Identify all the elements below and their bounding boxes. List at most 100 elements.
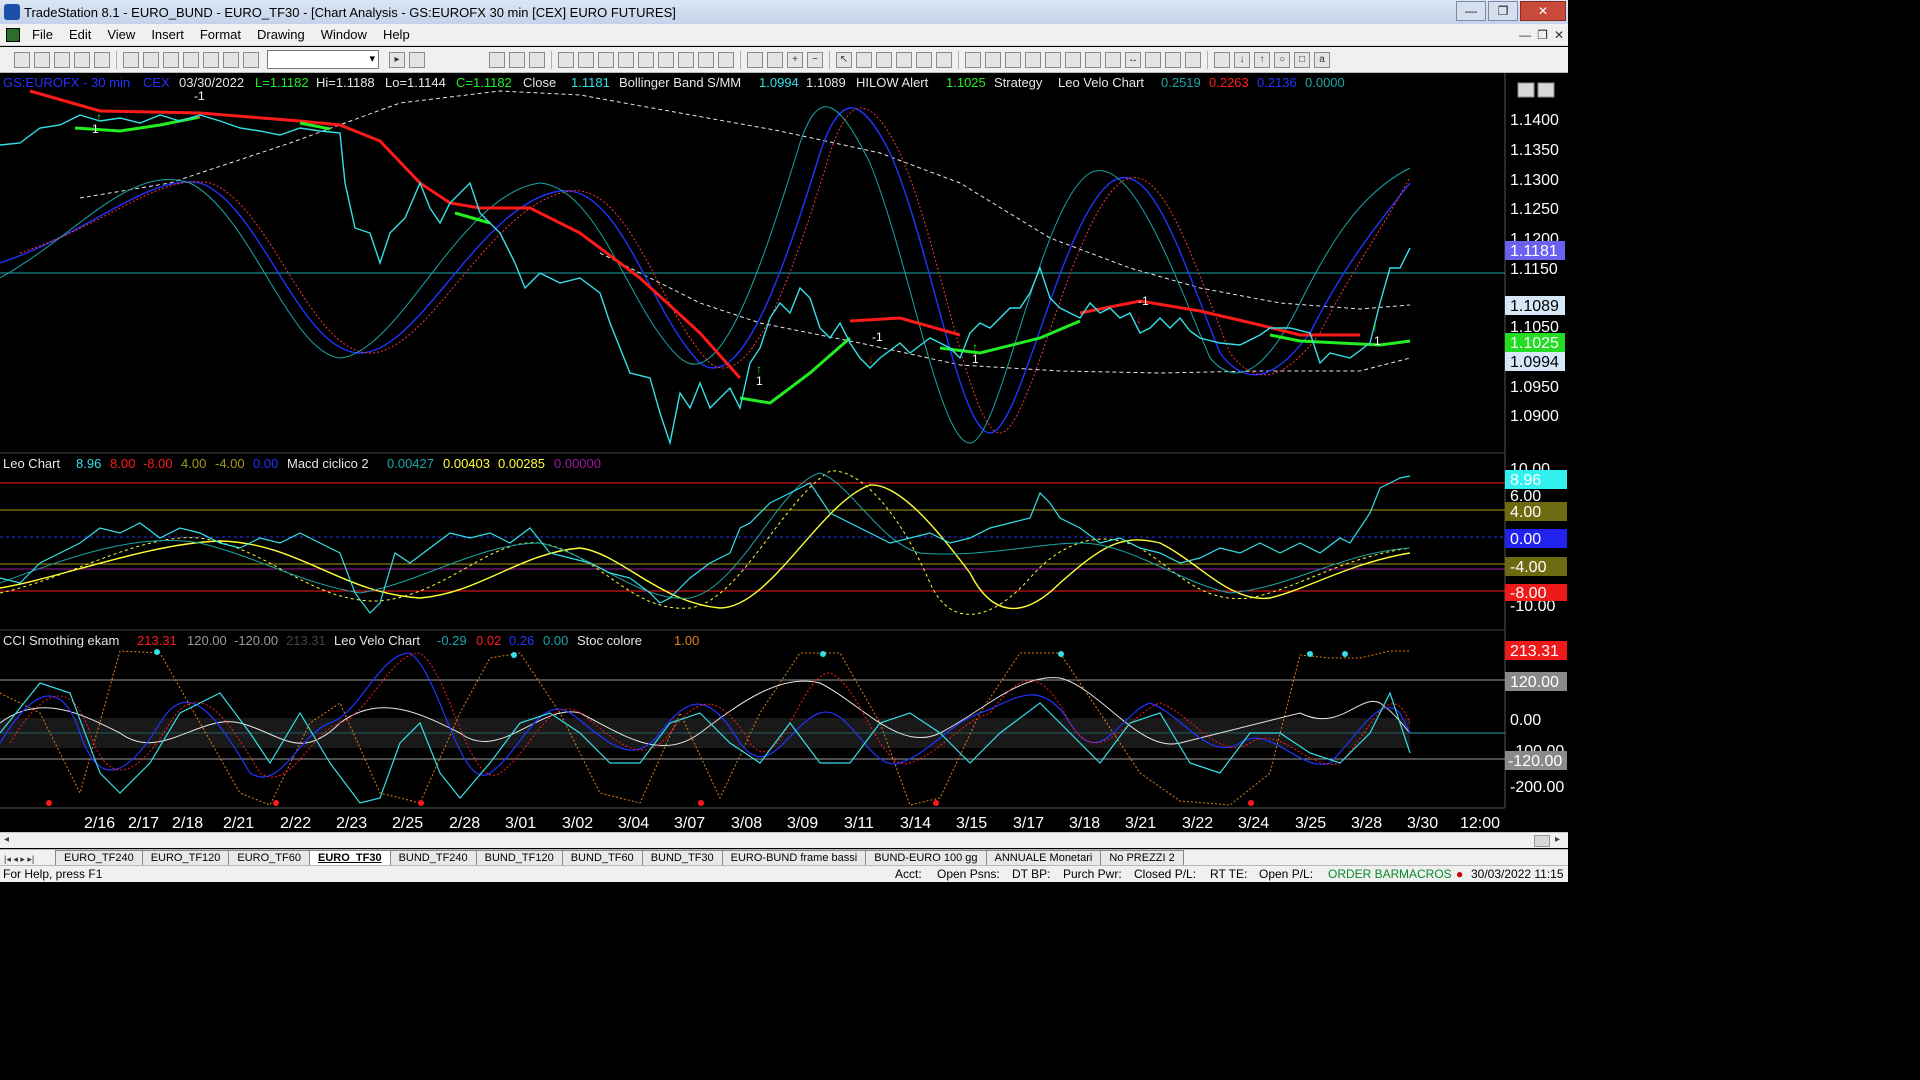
chart-analysis-window[interactable]: -1 1 -1 1 -1 1 1 ↑ ↓ ↑ ↓ ↑ ↓ ↑ GS:EUROFX… <box>0 73 1568 833</box>
globe-icon[interactable] <box>243 51 259 68</box>
svg-text:3/24: 3/24 <box>1238 815 1269 832</box>
buy-arrow-icon: ↑ <box>1372 320 1378 334</box>
scanner-icon[interactable] <box>578 51 594 68</box>
cci-value-2: 120.00 <box>187 633 227 648</box>
crosshair-icon[interactable] <box>856 51 872 68</box>
leo-velo-value-c: 0.2136 <box>1257 75 1297 90</box>
table-icon[interactable] <box>529 51 545 68</box>
folder-icon[interactable] <box>94 51 110 68</box>
macros-button[interactable]: MACROS <box>1399 867 1452 881</box>
symbol-dropdown[interactable] <box>267 50 379 69</box>
mdi-minimize-button[interactable]: — <box>1519 28 1531 42</box>
zoom-in-icon[interactable]: + <box>787 51 803 68</box>
copy-icon[interactable] <box>54 51 70 68</box>
play-icon[interactable]: ▸ <box>389 51 405 68</box>
open-icon[interactable] <box>34 51 50 68</box>
symbol-label: GS:EUROFX - 30 min <box>3 75 130 90</box>
tab-euro-bund-frame-bassi[interactable]: EURO-BUND frame bassi <box>721 850 867 865</box>
layout-icon[interactable] <box>163 51 179 68</box>
leo-velo-label: Leo Velo Chart <box>1058 75 1144 90</box>
save-icon[interactable] <box>123 51 139 68</box>
maximize-button[interactable]: ❐ <box>1488 1 1518 21</box>
expand-icon[interactable] <box>747 51 763 68</box>
scroll-left-icon[interactable]: ◂ <box>4 834 9 845</box>
menu-format[interactable]: Format <box>192 27 249 42</box>
tab-euro-tf30[interactable]: EURO_TF30 <box>308 850 391 865</box>
tab-no-prezzi-2[interactable]: No PREZZI 2 <box>1100 850 1184 865</box>
tab-bund-euro-100-gg[interactable]: BUND-EURO 100 gg <box>865 850 987 865</box>
horizontal-scrollbar[interactable]: ◂ ▸ <box>0 832 1568 848</box>
tab-annuale-monetari[interactable]: ANNUALE Monetari <box>985 850 1102 865</box>
zoom-out-icon[interactable]: − <box>807 51 823 68</box>
trendline-icon[interactable] <box>965 51 981 68</box>
tab-bund-tf60[interactable]: BUND_TF60 <box>561 850 643 865</box>
ellipse-icon[interactable]: ○ <box>1274 51 1290 68</box>
paste-icon[interactable] <box>74 51 90 68</box>
scroll-thumb[interactable] <box>1534 835 1550 847</box>
rectangle-icon[interactable]: □ <box>1294 51 1310 68</box>
arrow-down-icon[interactable]: ↓ <box>1234 51 1250 68</box>
radar-icon[interactable] <box>638 51 654 68</box>
fibonacci-icon[interactable] <box>1025 51 1041 68</box>
horizontal-lines-icon[interactable] <box>1005 51 1021 68</box>
scroll-right-icon[interactable]: ▸ <box>1555 834 1560 845</box>
svg-text:2/25: 2/25 <box>392 815 423 832</box>
tab-euro-tf240[interactable]: EURO_TF240 <box>55 850 143 865</box>
menu-window[interactable]: Window <box>313 27 375 42</box>
chart-icon[interactable] <box>489 51 505 68</box>
menu-view[interactable]: View <box>99 27 143 42</box>
tools-icon[interactable] <box>876 51 892 68</box>
order-bar-button[interactable]: ORDER BAR <box>1328 867 1399 881</box>
menu-file[interactable]: File <box>24 27 61 42</box>
vertical-lines-icon[interactable] <box>985 51 1001 68</box>
parallel-lines-icon[interactable] <box>1145 51 1161 68</box>
pointer-icon[interactable]: ↖ <box>836 51 852 68</box>
eraser-icon[interactable] <box>936 51 952 68</box>
grid-icon[interactable] <box>509 51 525 68</box>
pencil-icon[interactable] <box>1185 51 1201 68</box>
report-icon[interactable] <box>698 51 714 68</box>
mdi-restore-button[interactable]: ❐ <box>1537 28 1548 42</box>
close-button[interactable]: ✕ <box>1520 1 1566 21</box>
regression-icon[interactable] <box>1105 51 1121 68</box>
menu-drawing[interactable]: Drawing <box>249 27 313 42</box>
tab-bund-tf120[interactable]: BUND_TF120 <box>475 850 563 865</box>
tab-bund-tf30[interactable]: BUND_TF30 <box>641 850 723 865</box>
hand-icon[interactable] <box>896 51 912 68</box>
menu-edit[interactable]: Edit <box>61 27 99 42</box>
minimize-button[interactable]: — <box>1456 1 1486 21</box>
speed-lines-icon[interactable] <box>1065 51 1081 68</box>
draw-icon[interactable] <box>223 51 239 68</box>
indicator-icon[interactable] <box>558 51 574 68</box>
buy-arrow-icon: ↑ <box>756 362 762 376</box>
gann-fan-icon[interactable] <box>1085 51 1101 68</box>
new-icon[interactable] <box>14 51 30 68</box>
curve-icon[interactable] <box>1214 51 1230 68</box>
option-icon[interactable] <box>678 51 694 68</box>
hotlist-icon[interactable] <box>658 51 674 68</box>
tab-euro-tf60[interactable]: EURO_TF60 <box>228 850 310 865</box>
menu-insert[interactable]: Insert <box>143 27 192 42</box>
mdi-close-button[interactable]: ✕ <box>1554 28 1564 42</box>
magnet-icon[interactable] <box>916 51 932 68</box>
find-icon[interactable] <box>409 51 425 68</box>
text-icon[interactable]: a <box>1314 51 1330 68</box>
svg-text:2/17: 2/17 <box>128 815 159 832</box>
print-icon[interactable] <box>143 51 159 68</box>
matrix-icon[interactable] <box>618 51 634 68</box>
menu-help[interactable]: Help <box>375 27 418 42</box>
news-icon[interactable] <box>598 51 614 68</box>
bars-icon[interactable] <box>718 51 734 68</box>
tab-navigation-arrows[interactable]: |◂ ◂ ▸ ▸| <box>0 854 56 865</box>
arrows-icon[interactable]: ↔ <box>1125 51 1141 68</box>
lock-icon[interactable] <box>203 51 219 68</box>
tab-euro-tf120[interactable]: EURO_TF120 <box>141 850 230 865</box>
document-icon[interactable] <box>6 27 20 42</box>
arc-icon[interactable] <box>1165 51 1181 68</box>
channel-icon[interactable] <box>1045 51 1061 68</box>
window-icon[interactable] <box>183 51 199 68</box>
arrow-up-icon[interactable]: ↑ <box>1254 51 1270 68</box>
stoc-colore-value: 1.00 <box>674 633 699 648</box>
compress-icon[interactable] <box>767 51 783 68</box>
tab-bund-tf240[interactable]: BUND_TF240 <box>389 850 477 865</box>
